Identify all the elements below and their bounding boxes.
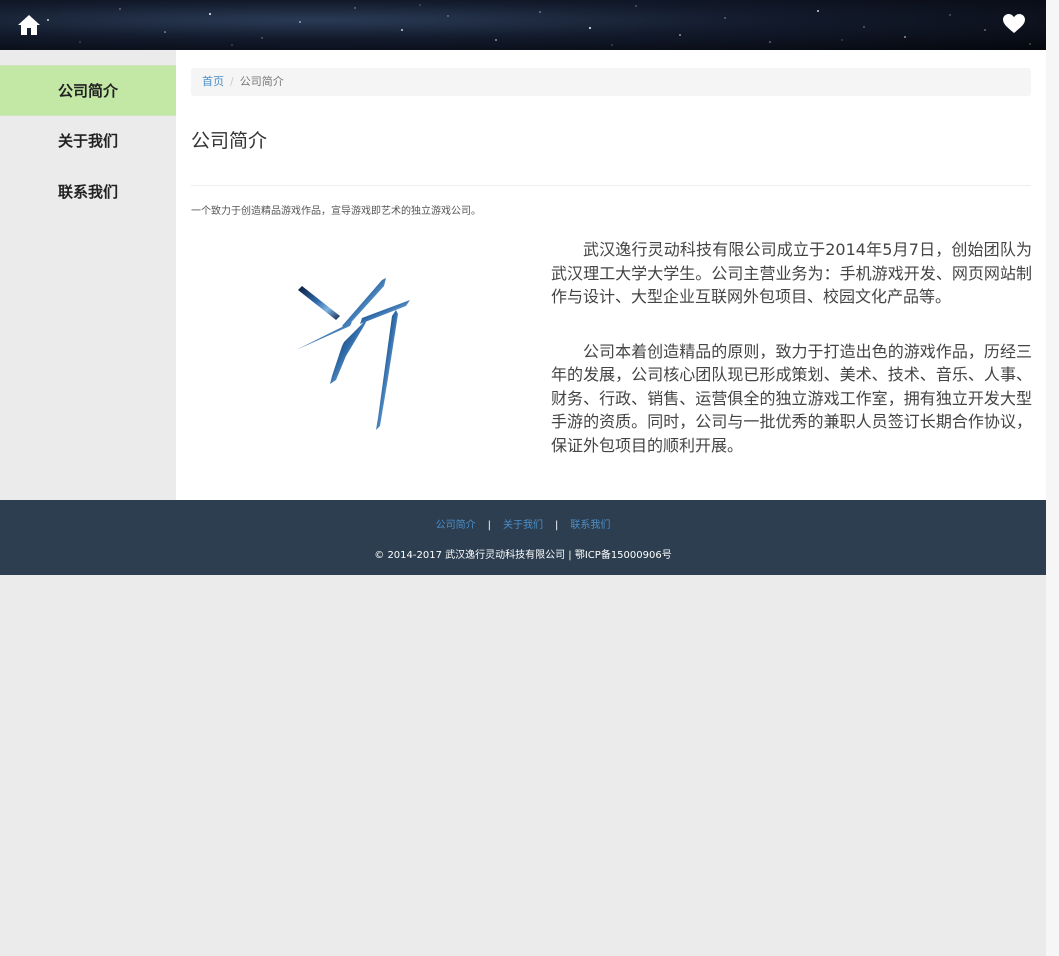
breadcrumb: 首页 / 公司简介 bbox=[191, 68, 1031, 96]
sidebar-item-contact-us[interactable]: 联系我们 bbox=[0, 167, 176, 218]
company-logo bbox=[286, 278, 426, 438]
breadcrumb-current: 公司简介 bbox=[239, 75, 284, 88]
company-description: 武汉逸行灵动科技有限公司成立于2014年5月7日，创始团队为武汉理工大学大学生。… bbox=[551, 238, 1032, 488]
footer-separator: | bbox=[487, 520, 491, 531]
starfield-background bbox=[47, 4, 1031, 46]
title-divider bbox=[191, 185, 1031, 186]
site-footer: 公司简介 | 关于我们 | 联系我们 © 2014-2017 武汉逸行灵动科技有限公司 … bbox=[0, 500, 1046, 575]
favorite-button[interactable] bbox=[1003, 14, 1025, 34]
page-scroll-area bbox=[1046, 0, 1059, 956]
top-header bbox=[0, 0, 1046, 50]
breadcrumb-home-link[interactable]: 首页 bbox=[202, 75, 224, 88]
footer-copyright: © 2014-2017 武汉逸行灵动科技有限公司 | 鄂ICP备15000906… bbox=[374, 550, 672, 561]
sidebar-item-company-intro[interactable]: 公司简介 bbox=[0, 65, 176, 116]
breadcrumb-separator: / bbox=[230, 75, 234, 88]
heart-icon bbox=[1003, 14, 1025, 33]
main-content: 首页 / 公司简介 公司简介 一个致力于创造精品游戏作品，宣导游戏即艺术的独立游戏公… bbox=[176, 50, 1046, 500]
footer-links: 公司简介 | 关于我们 | 联系我们 bbox=[0, 516, 1046, 531]
footer-link-about-us[interactable]: 关于我们 bbox=[503, 520, 543, 531]
footer-separator: | bbox=[555, 520, 559, 531]
description-paragraph-1: 武汉逸行灵动科技有限公司成立于2014年5月7日，创始团队为武汉理工大学大学生。… bbox=[551, 240, 1032, 306]
home-button[interactable] bbox=[17, 14, 41, 36]
company-logo-image bbox=[296, 278, 410, 430]
description-paragraph-2: 公司本着创造精品的原则，致力于打造出色的游戏作品，历经三年的发展，公司核心团队现… bbox=[551, 341, 1032, 455]
footer-link-company-intro[interactable]: 公司简介 bbox=[436, 520, 476, 531]
home-icon bbox=[18, 15, 40, 35]
sidebar-item-about-us[interactable]: 关于我们 bbox=[0, 116, 176, 167]
company-tagline: 一个致力于创造精品游戏作品，宣导游戏即艺术的独立游戏公司。 bbox=[191, 206, 481, 217]
sidebar-nav: 公司简介 关于我们 联系我们 bbox=[0, 50, 176, 500]
page-title: 公司简介 bbox=[191, 130, 268, 152]
page: 公司简介 关于我们 联系我们 首页 / 公司简介 公司简介 一个致力于创造精品游戏作… bbox=[0, 0, 1046, 956]
footer-link-contact-us[interactable]: 联系我们 bbox=[570, 520, 610, 531]
